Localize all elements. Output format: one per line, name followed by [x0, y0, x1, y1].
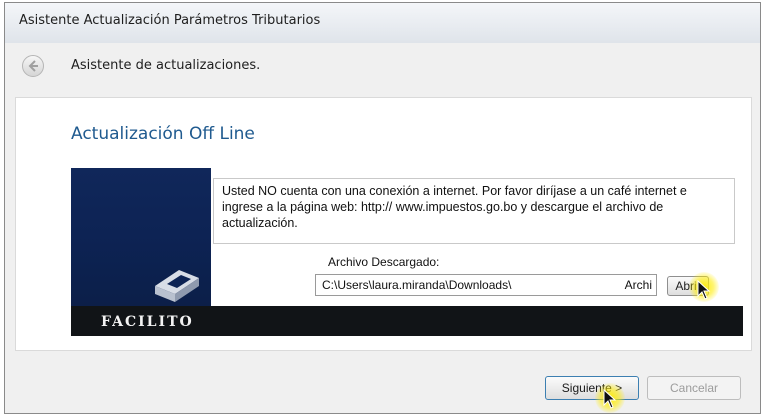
- facilito-logo-icon: [155, 270, 199, 302]
- wizard-content: Actualización Off Line FACILITO Usted NO…: [15, 97, 752, 351]
- file-path-input[interactable]: C:\Users\laura.miranda\Downloads\ Archi: [315, 274, 657, 296]
- cancel-button[interactable]: Cancelar: [647, 376, 741, 400]
- wizard-title: Asistente de actualizaciones.: [71, 58, 261, 73]
- facilito-logo-text: FACILITO: [101, 314, 194, 330]
- wizard-nav-bar: Asistente de actualizaciones.: [15, 46, 750, 86]
- file-path-overflow: Archi: [624, 278, 652, 292]
- section-title: Actualización Off Line: [71, 124, 255, 144]
- mouse-cursor-icon: [697, 280, 711, 300]
- wizard-window: Asistente Actualización Parámetros Tribu…: [4, 2, 761, 414]
- title-bar: Asistente Actualización Parámetros Tribu…: [5, 3, 760, 43]
- back-arrow-icon: [28, 60, 38, 72]
- back-button[interactable]: [22, 55, 44, 77]
- file-label: Archivo Descargado:: [328, 255, 440, 269]
- facilito-banner: FACILITO Usted NO cuenta con una conexió…: [71, 168, 743, 336]
- offline-message: Usted NO cuenta con una conexión a inter…: [213, 178, 735, 244]
- window-title: Asistente Actualización Parámetros Tribu…: [19, 13, 321, 28]
- file-path-value: C:\Users\laura.miranda\Downloads\: [322, 278, 512, 292]
- mouse-cursor-icon: [603, 389, 617, 409]
